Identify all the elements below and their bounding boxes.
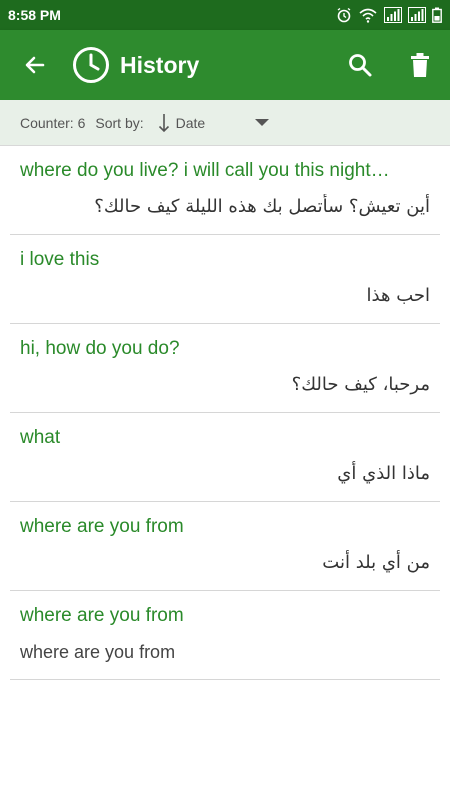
translation-text: احب هذا	[366, 285, 430, 306]
caret-down-icon	[255, 118, 270, 126]
signal-icon	[408, 7, 426, 23]
source-text: where are you from	[20, 516, 184, 537]
sort-dropdown[interactable]	[255, 118, 270, 127]
sort-bar: Counter: 6 Sort by: Date	[0, 100, 450, 146]
translation-text: مرحبا، كيف حالك؟	[291, 374, 430, 395]
alarm-icon	[337, 7, 351, 23]
delete-button[interactable]	[390, 30, 450, 100]
history-badge	[72, 46, 110, 84]
battery-icon	[432, 7, 442, 23]
source-text: i love this	[20, 249, 100, 270]
search-button[interactable]	[330, 30, 390, 100]
translation-text: من أي بلد أنت	[322, 552, 430, 573]
source-text: where are you from	[20, 605, 184, 626]
sort-value[interactable]: Date	[176, 115, 206, 131]
status-time: 8:58 PM	[8, 7, 61, 23]
status-bar: 8:58 PM	[0, 0, 450, 30]
list-item[interactable]: i love this احب هذا	[10, 235, 440, 324]
status-icons	[336, 7, 442, 23]
list-item[interactable]: where are you from من أي بلد أنت	[10, 502, 440, 591]
list-item[interactable]: what ماذا الذي أي	[10, 413, 440, 502]
list-item[interactable]: where do you live? i will call you this …	[10, 146, 440, 235]
trash-icon	[411, 53, 429, 77]
list-item[interactable]: hi, how do you do? مرحبا، كيف حالك؟	[10, 324, 440, 413]
back-button[interactable]	[0, 30, 70, 100]
arrow-down-icon	[158, 113, 169, 132]
list-item[interactable]: where are you from where are you from	[10, 591, 440, 680]
translation-text: أين تعيش؟ سأتصل بك هذه الليلة كيف حالك؟	[94, 196, 430, 217]
source-text: hi, how do you do?	[20, 338, 180, 359]
source-text: where do you live? i will call you this …	[20, 160, 390, 181]
page-title: History	[120, 51, 200, 78]
counter-label: Counter: 6	[20, 114, 86, 131]
source-text: what	[20, 427, 61, 448]
sort-direction-toggle[interactable]	[158, 113, 170, 133]
translation-text: ماذا الذي أي	[337, 463, 430, 484]
search-icon	[349, 54, 372, 77]
history-list: where do you live? i will call you this …	[10, 146, 440, 680]
translation-text: where are you from	[20, 642, 176, 662]
wifi-icon	[359, 8, 377, 23]
clock-icon	[73, 47, 109, 83]
signal-icon	[384, 7, 402, 23]
sort-by-label: Sort by:	[95, 114, 144, 131]
arrow-left-icon	[25, 56, 45, 74]
app-bar: History	[0, 30, 450, 100]
